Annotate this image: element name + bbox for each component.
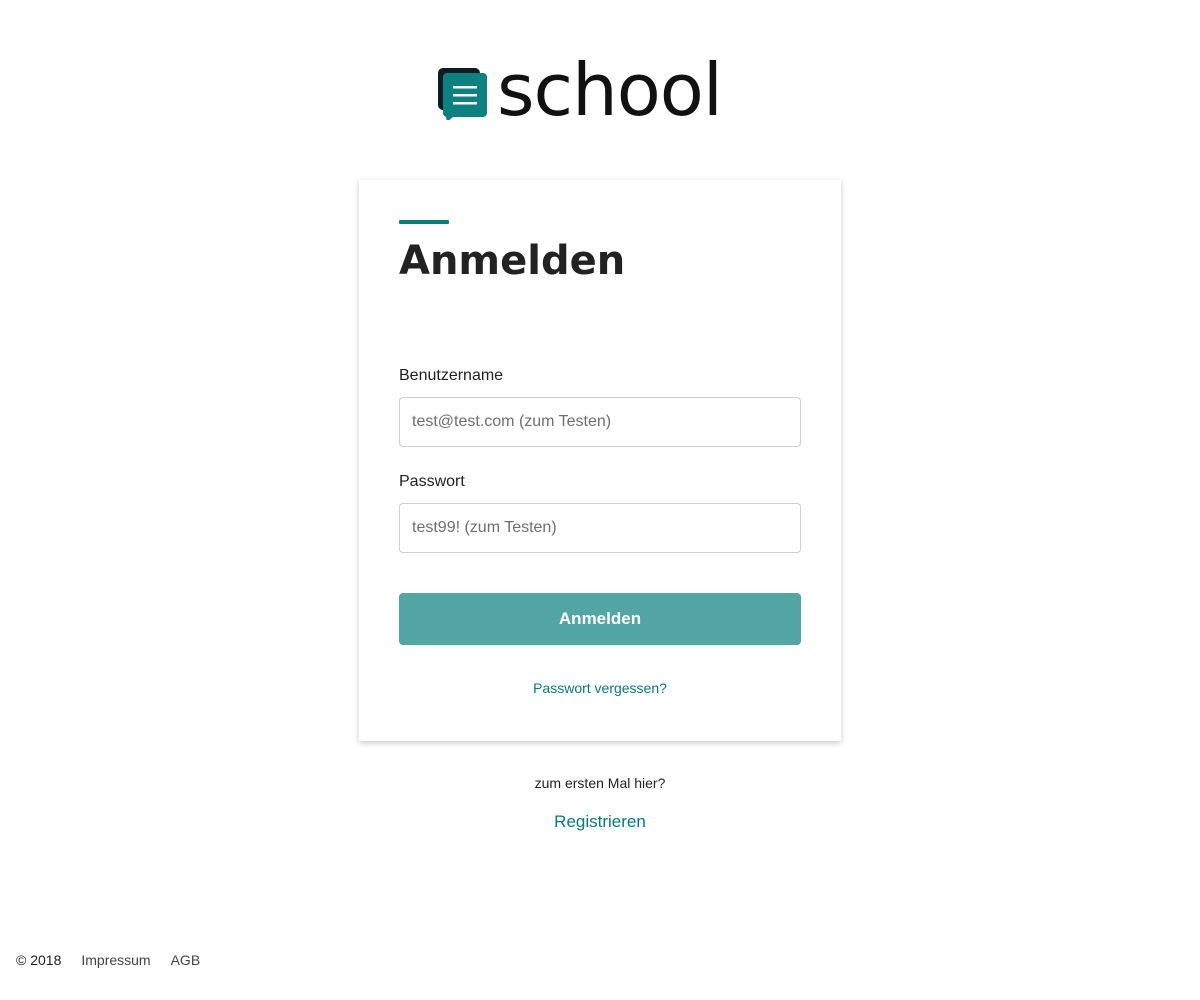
copyright-text: © 2018 [16, 952, 62, 968]
footer-link-impressum[interactable]: Impressum [81, 952, 150, 968]
username-label: Benutzername [399, 367, 504, 384]
title-accent-bar [399, 220, 449, 224]
password-input[interactable] [399, 503, 801, 553]
username-input[interactable] [399, 397, 801, 447]
page-title: Anmelden [399, 238, 626, 284]
login-button[interactable]: Anmelden [399, 593, 801, 645]
password-label: Passwort [399, 473, 465, 490]
login-card: Anmelden Benutzername Passwort Anmelden … [359, 180, 841, 741]
brand-logo[interactable]: school [437, 48, 723, 132]
first-time-prompt: zum ersten Mal hier? [534, 775, 666, 791]
footer: © 2018 Impressum AGB [16, 952, 200, 968]
brand-name: school [497, 48, 723, 132]
forgot-password-link[interactable]: Passwort vergessen? [359, 680, 841, 696]
chat-document-icon [437, 60, 491, 120]
register-link[interactable]: Registrieren [0, 812, 1200, 832]
footer-link-agb[interactable]: AGB [171, 952, 201, 968]
